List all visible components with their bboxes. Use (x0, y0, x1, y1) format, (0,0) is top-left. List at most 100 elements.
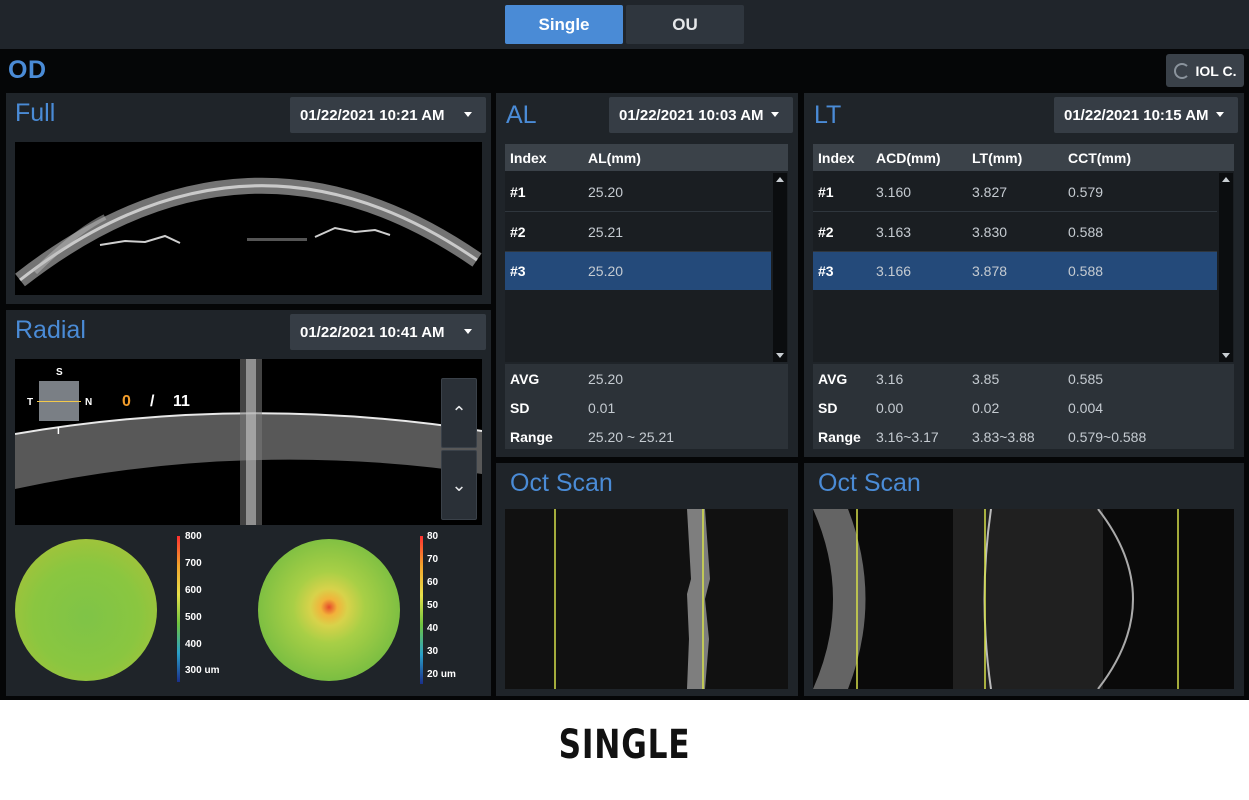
eye-label: OD (8, 56, 47, 84)
orientation-s-label: S (56, 367, 63, 378)
lt-header-acd: ACD(mm) (876, 150, 941, 166)
epithelium-scale-1: 70 (427, 554, 439, 565)
al-table: Index AL(mm) #1 25.20 #2 25.21 #3 25.20 (505, 144, 788, 362)
al-range-value: 25.20 ~ 25.21 (588, 429, 675, 445)
chevron-down-icon (464, 112, 472, 117)
lt-row3-acd: 3.166 (876, 263, 912, 279)
oct-scan-right-title: Oct Scan (818, 469, 921, 497)
lt-sd-cct: 0.004 (1068, 400, 1104, 416)
al-title: AL (506, 101, 537, 129)
thickness-map (15, 539, 157, 681)
full-oct-image (15, 142, 482, 295)
lt-range-acd: 3.16~3.17 (876, 429, 939, 445)
epithelium-scale-0: 80 (427, 531, 439, 542)
orientation-box (37, 381, 81, 421)
lt-row3-cct: 0.588 (1068, 263, 1104, 279)
thickness-scale-5: 300 um (185, 665, 220, 676)
al-header-al: AL(mm) (588, 150, 641, 166)
al-table-header (505, 144, 788, 171)
epithelium-colorbar (420, 536, 423, 684)
radial-title: Radial (15, 316, 86, 344)
full-panel: Full 01/22/2021 10:21 AM (6, 93, 491, 304)
lt-sd-acd: 0.00 (876, 400, 904, 416)
lt-row1-lt: 3.827 (972, 184, 1008, 200)
radial-current-index: 0 (122, 393, 131, 410)
al-row2-al: 25.21 (588, 224, 624, 240)
lt-row1-index: #1 (818, 184, 834, 200)
lt-avg-cct: 0.585 (1068, 371, 1104, 387)
epithelium-scale-3: 50 (427, 600, 439, 611)
thickness-scale-2: 600 (185, 585, 202, 596)
scroll-up-icon[interactable] (1222, 177, 1230, 182)
al-header-index: Index (510, 150, 547, 166)
scroll-down-icon[interactable] (776, 353, 784, 358)
full-title: Full (15, 99, 56, 127)
lt-sd-label: SD (818, 400, 838, 416)
al-date-dropdown[interactable]: 01/22/2021 10:03 AM (609, 97, 793, 133)
lt-header-index: Index (818, 150, 855, 166)
lt-range-label: Range (818, 429, 861, 445)
caption-title: SINGLE (558, 722, 691, 768)
orientation-arrow-icon (37, 401, 81, 402)
radial-panel: Radial 01/22/2021 10:41 AM S T N I 0 / 1… (6, 310, 491, 696)
oct-scan-left-panel: Oct Scan (496, 463, 798, 696)
scroll-up-icon[interactable] (776, 177, 784, 182)
lt-scrollbar[interactable] (1219, 173, 1233, 362)
thickness-scale-1: 700 (185, 558, 202, 569)
lt-date-value: 01/22/2021 10:15 AM (1064, 106, 1209, 124)
orientation-i-label: I (57, 426, 60, 437)
lt-header-cct: CCT(mm) (1068, 150, 1131, 166)
lt-row2-acd: 3.163 (876, 224, 912, 240)
table-row[interactable] (505, 212, 771, 250)
chevron-down-icon (464, 329, 472, 334)
table-row[interactable] (813, 212, 1217, 250)
radial-date-dropdown[interactable]: 01/22/2021 10:41 AM (290, 314, 486, 350)
orientation-t-label: T (27, 397, 34, 408)
iol-calc-button[interactable]: IOL C. (1166, 54, 1244, 87)
epithelium-map (258, 539, 400, 681)
radial-prev-button[interactable]: ⌃ (441, 378, 477, 448)
radial-oct-image: S T N I 0 / 11 (15, 359, 482, 525)
full-date-dropdown[interactable]: 01/22/2021 10:21 AM (290, 97, 486, 133)
table-row-selected[interactable] (813, 252, 1217, 290)
radial-total: 11 (173, 393, 190, 410)
al-scrollbar[interactable] (773, 173, 787, 362)
al-row3-al: 25.20 (588, 263, 624, 279)
al-range-label: Range (510, 429, 553, 445)
app-window: Single OU OD IOL C. Full 01/22/2021 10:2… (0, 0, 1249, 700)
mode-tab-bar: Single OU (0, 0, 1249, 49)
tab-single[interactable]: Single (505, 5, 623, 44)
radial-next-button[interactable]: ⌄ (441, 450, 477, 520)
thickness-colorbar (177, 536, 180, 682)
chevron-down-icon (771, 112, 779, 117)
scroll-down-icon[interactable] (1222, 353, 1230, 358)
lt-stats: AVG 3.16 3.85 0.585 SD 0.00 0.02 0.004 R… (813, 364, 1234, 449)
table-row[interactable] (813, 173, 1217, 211)
lt-header-lt: LT(mm) (972, 150, 1023, 166)
radial-separator: / (150, 393, 155, 410)
lt-table: Index ACD(mm) LT(mm) CCT(mm) #1 3.160 3.… (813, 144, 1234, 362)
lt-avg-lt: 3.85 (972, 371, 1000, 387)
refresh-icon (1173, 62, 1190, 79)
tab-ou[interactable]: OU (626, 5, 744, 44)
lt-row2-lt: 3.830 (972, 224, 1008, 240)
lt-row2-index: #2 (818, 224, 834, 240)
thickness-scale-0: 800 (185, 531, 202, 542)
lt-row1-acd: 3.160 (876, 184, 912, 200)
table-row[interactable] (505, 173, 771, 211)
oct-scan-right-panel: Oct Scan (804, 463, 1244, 696)
al-avg-value: 25.20 (588, 371, 624, 387)
lt-avg-label: AVG (818, 371, 848, 387)
epithelium-scale-4: 40 (427, 623, 439, 634)
lt-row2-cct: 0.588 (1068, 224, 1104, 240)
al-row3-index: #3 (510, 263, 526, 279)
lt-range-lt: 3.83~3.88 (972, 429, 1035, 445)
table-row-selected[interactable] (505, 252, 771, 290)
epithelium-scale-2: 60 (427, 577, 439, 588)
al-row1-index: #1 (510, 184, 526, 200)
lt-sd-lt: 0.02 (972, 400, 1000, 416)
lt-row1-cct: 0.579 (1068, 184, 1104, 200)
al-stats: AVG 25.20 SD 0.01 Range 25.20 ~ 25.21 (505, 364, 788, 449)
lt-date-dropdown[interactable]: 01/22/2021 10:15 AM (1054, 97, 1238, 133)
al-date-value: 01/22/2021 10:03 AM (619, 106, 764, 124)
